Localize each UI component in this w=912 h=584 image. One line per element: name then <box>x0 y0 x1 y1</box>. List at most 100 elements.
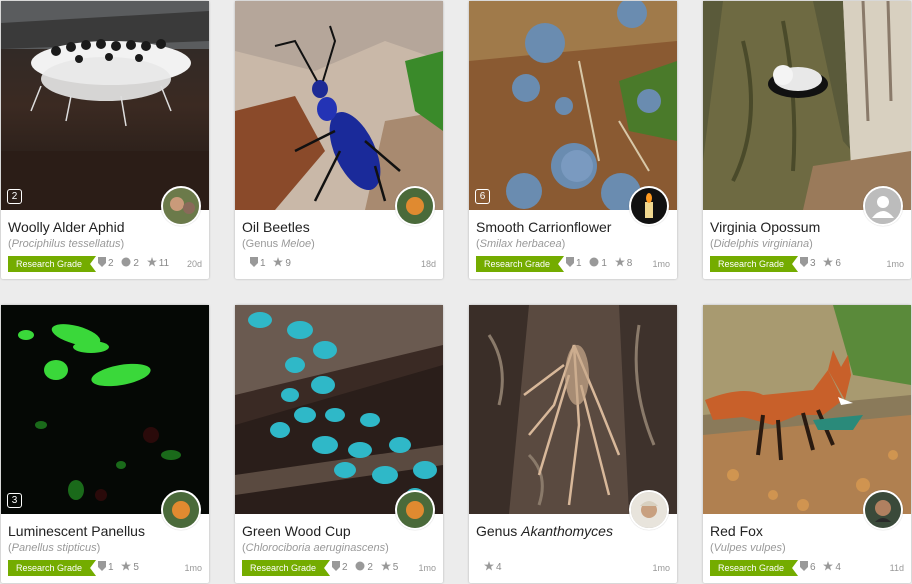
user-avatar[interactable] <box>161 186 201 226</box>
shield-icon <box>98 257 106 267</box>
photo-opossum <box>703 1 911 210</box>
observation-photo[interactable]: 2 <box>1 1 209 210</box>
observation-photo[interactable] <box>703 1 911 210</box>
comments-count: 2 <box>367 562 373 573</box>
observation-photo[interactable] <box>469 305 677 514</box>
stats: 6 4 <box>800 560 846 576</box>
observation-age: 1mo <box>652 563 670 573</box>
observation-title[interactable]: Oil Beetles <box>242 219 310 235</box>
shield-icon <box>566 257 574 267</box>
observation-card[interactable]: Green Wood Cup (Chlorociboria aeruginasc… <box>235 305 443 583</box>
photo-count-badge: 3 <box>7 493 22 508</box>
stats: 1 9 <box>250 256 296 272</box>
observation-title[interactable]: Red Fox <box>710 523 763 539</box>
observation-card[interactable]: 3 Luminescent Panellus (Panellus stiptic… <box>1 305 209 583</box>
observation-title[interactable]: Smooth Carrionflower <box>476 219 611 235</box>
photo-woolly-aphid <box>1 1 209 210</box>
speech-bubble-icon <box>589 257 599 267</box>
observation-title[interactable]: Virginia Opossum <box>710 219 820 235</box>
observation-card[interactable]: 6 Smooth Carrionflower (Smilax herbacea)… <box>469 1 677 279</box>
photo-count-badge: 6 <box>475 189 490 204</box>
observation-photo[interactable]: 6 <box>469 1 677 210</box>
faves-count: 5 <box>392 562 399 573</box>
observation-age: 20d <box>186 259 202 269</box>
star-icon <box>823 257 834 267</box>
ids-count: 2 <box>108 258 114 269</box>
user-avatar[interactable] <box>395 186 435 226</box>
observation-age: 1mo <box>418 563 436 573</box>
speech-bubble-icon <box>121 257 131 267</box>
stats: 3 6 <box>800 256 846 272</box>
stats: 4 <box>484 560 507 576</box>
user-avatar[interactable] <box>863 186 903 226</box>
photo-oil-beetle <box>235 1 443 210</box>
photo-panellus <box>1 305 209 514</box>
observation-meta: Research Grade 3 6 1mo <box>710 256 904 272</box>
comments-count: 1 <box>601 258 607 269</box>
scientific-name: (Panellus stipticus) <box>8 542 101 554</box>
scientific-name: (Didelphis virginiana) <box>710 238 813 250</box>
observation-age: 1mo <box>886 259 904 269</box>
research-grade-badge: Research Grade <box>8 256 96 272</box>
research-grade-badge: Research Grade <box>8 560 96 576</box>
ids-count: 1 <box>108 562 114 573</box>
research-grade-badge: Research Grade <box>710 560 798 576</box>
rank-label: Genus <box>476 523 522 539</box>
photo-green-wood-cup <box>235 305 443 514</box>
observation-card[interactable]: Virginia Opossum (Didelphis virginiana) … <box>703 1 911 279</box>
stats: 2 2 11 <box>98 256 174 272</box>
star-icon <box>614 257 625 267</box>
observation-card[interactable]: Genus Akanthomyces 4 1mo <box>469 305 677 583</box>
photo-count-badge: 2 <box>7 189 22 204</box>
observation-photo[interactable] <box>703 305 911 514</box>
star-icon <box>146 257 157 267</box>
scientific-name: (Chlorociboria aeruginascens) <box>242 542 389 554</box>
photo-akanthomyces <box>469 305 677 514</box>
faves-count: 5 <box>133 562 139 573</box>
observation-title[interactable]: Genus Akanthomyces <box>476 523 613 539</box>
observation-title[interactable]: Woolly Alder Aphid <box>8 219 124 235</box>
research-grade-badge: Research Grade <box>710 256 798 272</box>
scientific-name: (Vulpes vulpes) <box>710 542 786 554</box>
observation-photo[interactable]: 3 <box>1 305 209 514</box>
observation-meta: Research Grade 1 5 1mo <box>8 560 202 576</box>
shield-icon <box>250 257 258 267</box>
user-avatar[interactable] <box>863 490 903 530</box>
genus-name: Akanthomyces <box>521 523 613 539</box>
observation-age: 11d <box>889 563 904 573</box>
photo-red-fox <box>703 305 911 514</box>
ids-count: 1 <box>576 258 582 269</box>
faves-count: 4 <box>835 562 841 573</box>
stats: 1 5 <box>98 560 144 576</box>
user-avatar[interactable] <box>395 490 435 530</box>
user-avatar[interactable] <box>161 490 201 530</box>
observation-photo[interactable] <box>235 1 443 210</box>
star-icon <box>823 561 834 571</box>
speech-bubble-icon <box>355 561 365 571</box>
user-avatar[interactable] <box>629 490 669 530</box>
ids-count: 1 <box>260 258 266 269</box>
faves-count: 9 <box>285 258 291 269</box>
observation-card[interactable]: Red Fox (Vulpes vulpes) Research Grade 6… <box>703 305 911 583</box>
observation-meta: Research Grade 2 2 11 20d <box>8 256 202 272</box>
stats: 1 1 8 <box>566 256 637 272</box>
ids-count: 3 <box>810 258 816 269</box>
observation-title[interactable]: Green Wood Cup <box>242 523 351 539</box>
observation-age: 1mo <box>652 259 670 269</box>
observation-card[interactable]: Oil Beetles (Genus Meloe) 1 9 18d <box>235 1 443 279</box>
ids-count: 2 <box>342 562 348 573</box>
shield-icon <box>800 257 808 267</box>
star-icon <box>484 561 494 571</box>
observation-age: 1mo <box>184 563 202 573</box>
scientific-name: (Prociphilus tessellatus) <box>8 238 125 250</box>
ids-count: 6 <box>810 562 816 573</box>
shield-icon <box>332 561 340 571</box>
scientific-name: (Smilax herbacea) <box>476 238 566 250</box>
faves-count: 4 <box>496 562 502 573</box>
observation-title[interactable]: Luminescent Panellus <box>8 523 145 539</box>
observation-card[interactable]: 2 Woolly Alder Aphid (Prociphilus tessel… <box>1 1 209 279</box>
faves-count: 11 <box>158 258 170 269</box>
user-avatar[interactable] <box>629 186 669 226</box>
observation-photo[interactable] <box>235 305 443 514</box>
star-icon <box>380 561 391 571</box>
